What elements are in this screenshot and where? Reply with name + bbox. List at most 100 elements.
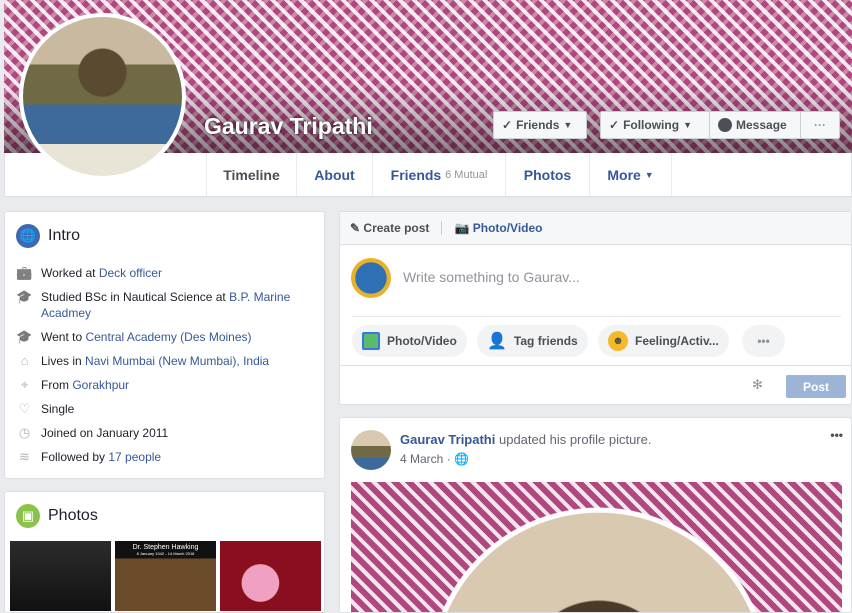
photo-icon: ▣ xyxy=(16,504,40,528)
intro-label: Worked at xyxy=(41,266,99,280)
tab-friends[interactable]: Friends 6 Mutual xyxy=(372,153,505,196)
briefcase-icon: 💼 xyxy=(16,265,33,280)
intro-text: Joined on January 2011 xyxy=(41,425,168,441)
post-date[interactable]: 4 March xyxy=(400,452,443,466)
author-avatar[interactable] xyxy=(351,430,391,470)
mutual-count: 6 Mutual xyxy=(445,168,488,181)
intro-link[interactable]: Deck officer xyxy=(99,266,162,280)
intro-item: ≋ Followed by 17 people xyxy=(16,449,313,465)
following-button[interactable]: ✓ Following ▼ xyxy=(600,111,710,139)
tab-label: About xyxy=(314,166,355,183)
pencil-icon: ✎ xyxy=(350,221,361,235)
ellipsis-icon: ··· xyxy=(814,118,826,132)
profile-picture[interactable] xyxy=(19,13,186,180)
post-menu-button[interactable]: ••• xyxy=(830,428,843,442)
post-button[interactable]: Post xyxy=(786,375,846,398)
post-input[interactable]: Write something to Gaurav... xyxy=(403,269,580,285)
more-actions[interactable]: ••• xyxy=(742,325,785,357)
photo-thumbnail[interactable] xyxy=(10,541,111,611)
photo-thumbnail[interactable] xyxy=(220,541,321,611)
caret-down-icon: ▼ xyxy=(644,169,654,180)
author-link[interactable]: Gaurav Tripathi xyxy=(400,432,495,447)
check-icon: ✓ xyxy=(609,118,620,132)
intro-text: Studied BSc in Nautical Science at B.P. … xyxy=(41,289,313,321)
tab-label: Photos xyxy=(523,166,572,183)
intro-label: Studied BSc in Nautical Science at xyxy=(41,290,230,304)
photo-video-action[interactable]: Photo/Video xyxy=(352,325,467,357)
messenger-icon xyxy=(718,118,732,132)
camera-icon: 📷 xyxy=(454,221,470,235)
action-label: Photo/Video xyxy=(387,334,457,348)
photo-subcaption: 8 January 1942 - 14 March 2018 xyxy=(136,551,195,556)
intro-text: Lives in Navi Mumbai (New Mumbai), India xyxy=(41,353,269,369)
intro-label: From xyxy=(41,378,73,392)
intro-link[interactable]: Navi Mumbai (New Mumbai), India xyxy=(85,354,269,368)
intro-item: 💼 Worked at Deck officer xyxy=(16,265,313,281)
intro-link[interactable]: 17 people xyxy=(108,450,161,464)
feed-post: Gaurav Tripathi updated his profile pict… xyxy=(339,417,852,613)
post-label: Post xyxy=(802,379,829,394)
tab-label: Timeline xyxy=(223,166,280,183)
divider xyxy=(340,365,851,366)
intro-label: Lives in xyxy=(41,354,86,368)
message-button[interactable]: Message xyxy=(709,111,801,139)
clock-icon: ◷ xyxy=(18,425,31,440)
graduation-cap-icon: 🎓 xyxy=(16,329,33,344)
tag-friend-icon: 👤 xyxy=(487,333,507,350)
intro-link[interactable]: Central Academy (Des Moines) xyxy=(85,330,251,344)
photos-title: Photos xyxy=(48,507,98,524)
ellipsis-icon: ••• xyxy=(757,334,770,348)
intro-item: ♡ Single xyxy=(16,401,313,417)
divider xyxy=(441,221,443,235)
photo-video-label: Photo/Video xyxy=(472,221,543,235)
action-label: Feeling/Activ... xyxy=(635,334,719,348)
message-label: Message xyxy=(736,118,787,132)
tab-about[interactable]: About xyxy=(296,153,372,196)
graduation-cap-icon: 🎓 xyxy=(16,289,33,304)
photo-icon xyxy=(362,332,380,350)
tab-label: Friends xyxy=(390,166,442,183)
intro-item: ⌂ Lives in Navi Mumbai (New Mumbai), Indi… xyxy=(16,353,313,369)
public-globe-icon: 🌐 xyxy=(454,452,469,466)
photo-caption: Dr. Stephen Hawking xyxy=(132,544,199,551)
tag-friends-action[interactable]: 👤 Tag friends xyxy=(477,325,588,357)
friends-button[interactable]: ✓ Friends ▼ xyxy=(493,111,587,139)
profile-name: Gaurav Tripathi xyxy=(204,113,373,139)
tab-photos[interactable]: Photos xyxy=(505,153,589,196)
user-avatar xyxy=(351,258,391,298)
caret-down-icon: ▼ xyxy=(683,120,692,130)
intro-label: Joined on January 2011 xyxy=(41,426,169,440)
home-icon: ⌂ xyxy=(20,353,29,368)
intro-item: ◷ Joined on January 2011 xyxy=(16,425,313,441)
photo-video-tab[interactable]: 📷 Photo/Video xyxy=(454,221,542,235)
intro-label: Followed by xyxy=(41,450,109,464)
create-post-tab[interactable]: ✎ Create post xyxy=(350,221,429,235)
check-icon: ✓ xyxy=(502,118,513,132)
separator: · xyxy=(446,452,451,466)
intro-label: Went to xyxy=(41,330,86,344)
intro-text: Followed by 17 people xyxy=(41,449,161,465)
more-options-button[interactable]: ··· xyxy=(800,111,840,139)
photo-thumbnail[interactable]: Dr. Stephen Hawking 8 January 1942 - 14 M… xyxy=(115,541,216,611)
intro-text: Went to Central Academy (Des Moines) xyxy=(41,329,252,345)
tab-timeline[interactable]: Timeline xyxy=(206,153,296,196)
divider xyxy=(352,316,841,317)
settings-gear-icon[interactable]: ✻ xyxy=(752,377,763,393)
intro-label: Single xyxy=(41,402,75,416)
post-image[interactable] xyxy=(351,482,842,612)
create-post-label: Create post xyxy=(363,221,430,235)
feeling-action[interactable]: ☻ Feeling/Activ... xyxy=(598,325,729,357)
photos-card: ▣ Photos Dr. Stephen Hawking 8 January 194… xyxy=(4,491,325,613)
intro-title: Intro xyxy=(48,227,81,244)
smiley-icon: ☻ xyxy=(608,331,628,351)
friends-label: Friends xyxy=(516,118,560,132)
intro-text: Worked at Deck officer xyxy=(41,265,162,281)
rss-icon: ≋ xyxy=(19,449,30,464)
globe-icon: 🌐 xyxy=(16,224,40,248)
composer-card: ✎ Create post 📷 Photo/Video Write someth… xyxy=(339,211,852,405)
intro-text: From Gorakhpur xyxy=(41,377,129,393)
following-label: Following xyxy=(623,118,680,132)
intro-link[interactable]: Gorakhpur xyxy=(72,378,129,392)
intro-text: Single xyxy=(41,401,74,417)
tab-more[interactable]: More ▼ xyxy=(589,153,672,196)
